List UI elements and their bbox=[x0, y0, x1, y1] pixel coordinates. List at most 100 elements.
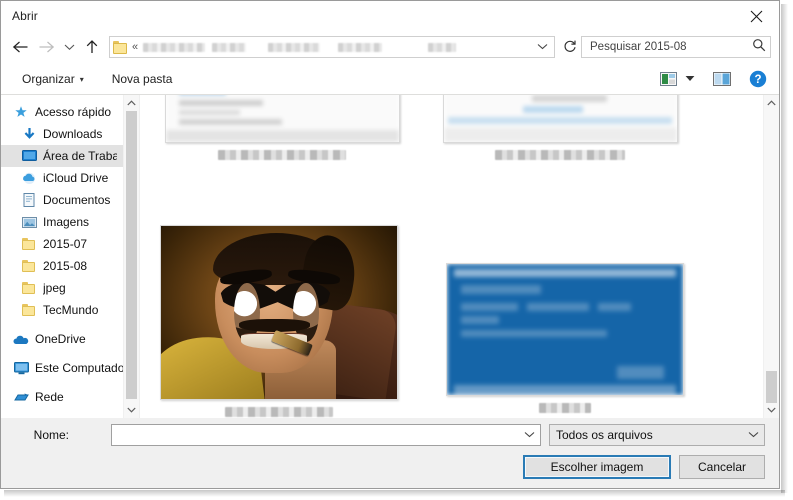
chevron-down-icon[interactable] bbox=[744, 430, 762, 441]
close-icon[interactable] bbox=[734, 1, 779, 31]
sidebar-item-label: Imagens bbox=[43, 215, 90, 229]
search-input[interactable]: Pesquisar 2015-08 bbox=[581, 36, 771, 58]
address-dropdown-icon[interactable] bbox=[532, 42, 552, 53]
list-item-label bbox=[225, 407, 333, 417]
sidebar-item-desktop[interactable]: Área de Traba 📌 bbox=[1, 145, 139, 167]
thumbnail-screenshot-top-left[interactable] bbox=[164, 95, 400, 143]
view-options-dropdown-icon[interactable] bbox=[681, 67, 699, 91]
onedrive-icon bbox=[13, 331, 29, 347]
list-item[interactable] bbox=[162, 95, 402, 160]
list-item[interactable] bbox=[440, 263, 690, 413]
sidebar-item-network[interactable]: Rede bbox=[1, 386, 139, 408]
search-icon[interactable] bbox=[752, 38, 766, 57]
network-icon bbox=[13, 389, 29, 405]
filename-row: Nome: Todos os arquivos bbox=[15, 418, 765, 452]
sidebar-item-jpeg[interactable]: jpeg bbox=[1, 277, 139, 299]
refresh-icon[interactable] bbox=[559, 39, 581, 56]
sidebar-item-label: Downloads bbox=[43, 127, 103, 141]
open-button[interactable]: Escolher imagem bbox=[523, 455, 671, 479]
thumbnail-photo-masked-man[interactable] bbox=[160, 225, 398, 400]
thumbnail-image bbox=[161, 226, 397, 399]
organize-label: Organizar bbox=[22, 71, 75, 86]
file-list-pane[interactable] bbox=[139, 95, 779, 418]
sidebar-item-label: iCloud Drive bbox=[43, 171, 109, 185]
sidebar-item-label: TecMundo bbox=[43, 303, 99, 317]
sidebar-item-documents[interactable]: Documentos 📌 bbox=[1, 189, 139, 211]
dialog-shadow-right bbox=[781, 4, 788, 493]
folder-icon bbox=[113, 40, 128, 54]
folder-icon bbox=[21, 258, 37, 274]
forward-button[interactable] bbox=[33, 34, 59, 60]
dialog-body: Acesso rápido Downloads 📌 bbox=[1, 95, 779, 418]
help-icon[interactable]: ? bbox=[745, 67, 771, 91]
window-title: Abrir bbox=[12, 9, 38, 23]
preview-pane-icon[interactable] bbox=[709, 67, 735, 91]
sidebar-item-pictures[interactable]: Imagens 📌 bbox=[1, 211, 139, 233]
sidebar-item-2015-07[interactable]: 2015-07 bbox=[1, 233, 139, 255]
organize-button[interactable]: Organizar ▾ bbox=[15, 69, 91, 89]
folder-icon bbox=[21, 302, 37, 318]
list-item-label bbox=[539, 403, 591, 413]
sidebar-item-this-pc[interactable]: Este Computador bbox=[1, 357, 139, 379]
sidebar-item-label: 2015-07 bbox=[43, 237, 88, 251]
sidebar-item-quick-access[interactable]: Acesso rápido bbox=[1, 101, 139, 123]
command-bar: Organizar ▾ Nova pasta ? bbox=[1, 63, 779, 95]
dialog-footer: Nome: Todos os arquivos Escolher imagem … bbox=[1, 418, 779, 488]
up-one-level-button[interactable] bbox=[79, 34, 105, 60]
sidebar-item-label: Este Computador bbox=[35, 361, 129, 375]
list-item[interactable] bbox=[154, 225, 404, 417]
navigation-bar: « Pesquisar 2015-08 bbox=[1, 31, 779, 63]
sidebar-item-downloads[interactable]: Downloads 📌 bbox=[1, 123, 139, 145]
new-folder-label: Nova pasta bbox=[111, 71, 173, 86]
sidebar-item-tecmundo[interactable]: TecMundo bbox=[1, 299, 139, 321]
pictures-icon bbox=[21, 214, 37, 230]
desktop-icon bbox=[21, 148, 37, 164]
thumbnail-screenshot-top-right[interactable] bbox=[442, 95, 678, 143]
chevron-up-icon[interactable] bbox=[764, 95, 779, 111]
thumbnail-image bbox=[447, 264, 683, 395]
search-placeholder: Pesquisar 2015-08 bbox=[590, 41, 687, 53]
chevron-down-icon: ▾ bbox=[79, 75, 84, 84]
breadcrumb-overflow-icon[interactable]: « bbox=[132, 41, 138, 53]
cancel-button[interactable]: Cancelar bbox=[679, 455, 765, 479]
sidebar-item-icloud-drive[interactable]: iCloud Drive 📌 bbox=[1, 167, 139, 189]
recent-locations-button[interactable] bbox=[59, 34, 79, 60]
sidebar-item-2015-08[interactable]: 2015-08 bbox=[1, 255, 139, 277]
thumbnail-image bbox=[165, 95, 399, 142]
documents-icon bbox=[21, 192, 37, 208]
sidebar-list: Acesso rápido Downloads 📌 bbox=[1, 95, 139, 408]
sidebar-item-label: jpeg bbox=[43, 281, 66, 295]
sidebar-scrollbar[interactable] bbox=[123, 95, 139, 418]
sidebar-item-label: Acesso rápido bbox=[35, 105, 112, 119]
chevron-down-icon[interactable] bbox=[520, 430, 538, 441]
file-pane-scrollbar[interactable] bbox=[763, 95, 779, 418]
sidebar-item-label: Área de Traba bbox=[43, 149, 117, 163]
chevron-down-icon[interactable] bbox=[764, 402, 779, 418]
title-bar: Abrir bbox=[1, 1, 779, 31]
file-pane-scrollbar-thumb[interactable] bbox=[766, 371, 777, 403]
thumbnail-screenshot-blue[interactable] bbox=[446, 263, 684, 396]
folder-icon bbox=[21, 236, 37, 252]
breadcrumb[interactable] bbox=[143, 37, 532, 57]
chevron-up-icon[interactable] bbox=[124, 95, 139, 111]
sidebar-item-label: Documentos bbox=[43, 193, 111, 207]
list-item[interactable] bbox=[440, 95, 680, 160]
sidebar-item-label: OneDrive bbox=[35, 332, 86, 346]
navigation-sidebar: Acesso rápido Downloads 📌 bbox=[1, 95, 139, 418]
chevron-down-icon[interactable] bbox=[124, 402, 139, 418]
filetype-select[interactable]: Todos os arquivos bbox=[549, 424, 765, 446]
new-folder-button[interactable]: Nova pasta bbox=[105, 69, 180, 89]
cloud-icon bbox=[21, 170, 37, 186]
sidebar-item-onedrive[interactable]: OneDrive bbox=[1, 328, 139, 350]
this-pc-icon bbox=[13, 360, 29, 376]
sidebar-item-label: 2015-08 bbox=[43, 259, 88, 273]
address-bar[interactable]: « bbox=[109, 36, 555, 58]
filename-input[interactable] bbox=[111, 424, 541, 446]
back-button[interactable] bbox=[7, 34, 33, 60]
sidebar-scrollbar-thumb[interactable] bbox=[126, 111, 137, 399]
view-options-icon[interactable] bbox=[655, 67, 681, 91]
filename-label: Nome: bbox=[33, 428, 69, 442]
svg-text:?: ? bbox=[754, 74, 761, 86]
